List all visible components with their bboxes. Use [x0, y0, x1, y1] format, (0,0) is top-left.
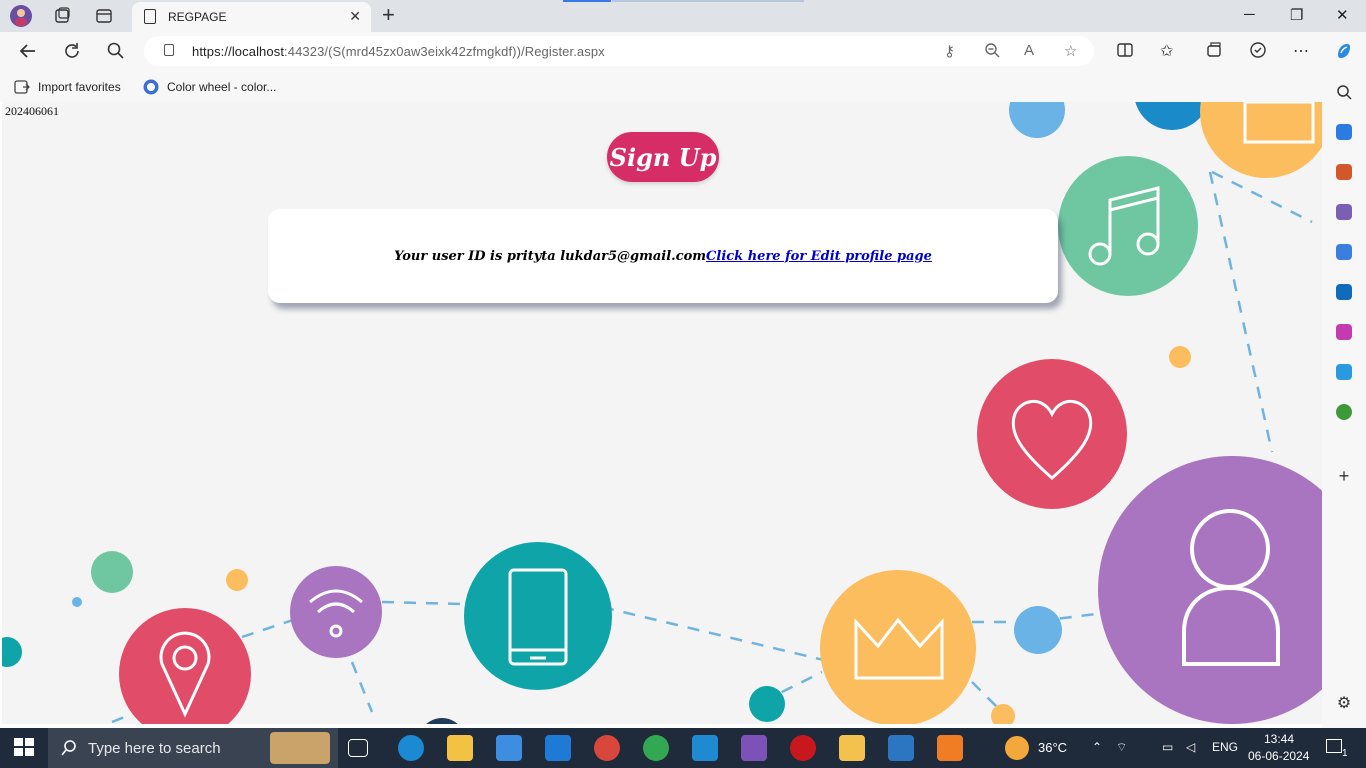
- xampp-icon[interactable]: [937, 735, 963, 761]
- url-text: https://localhost:44323/(S(mrd45zx0aw3ei…: [192, 44, 605, 59]
- collections-icon[interactable]: [1205, 41, 1223, 64]
- designer-icon[interactable]: [1336, 324, 1352, 340]
- sidebar-search-icon[interactable]: [1336, 84, 1352, 100]
- copilot-icon[interactable]: [1334, 41, 1354, 66]
- notification-count: 1: [1342, 748, 1348, 759]
- background-illustration: [2, 102, 1322, 724]
- page-icon: [144, 9, 156, 24]
- loading-indicator: [563, 0, 611, 2]
- browser-essentials-icon[interactable]: [1249, 41, 1267, 64]
- color-wheel-icon: [143, 79, 159, 95]
- chrome-profile-icon[interactable]: [594, 735, 620, 761]
- browser-tab-regpage[interactable]: REGPAGE ✕: [132, 2, 371, 32]
- signup-button[interactable]: Sign Up: [607, 132, 719, 182]
- weather-icon[interactable]: [1005, 736, 1029, 760]
- favorite-star-icon[interactable]: ☆: [1064, 42, 1077, 60]
- minimize-button[interactable]: ─: [1244, 6, 1255, 23]
- loading-track: [612, 0, 804, 2]
- volume-icon[interactable]: ◁: [1186, 740, 1195, 754]
- virtualbox-icon[interactable]: [888, 735, 914, 761]
- tab-strip: REGPAGE ✕ + ─ ❐ ✕: [0, 0, 1366, 32]
- file-explorer-icon[interactable]: [447, 735, 473, 761]
- task-view-icon[interactable]: [348, 739, 368, 757]
- lock-icon[interactable]: [164, 44, 174, 56]
- battery-icon[interactable]: ▭: [1162, 740, 1173, 754]
- tab-actions-icon[interactable]: [92, 4, 116, 28]
- mail-icon[interactable]: [545, 735, 571, 761]
- clock-time[interactable]: 13:44: [1264, 732, 1294, 746]
- profile-avatar-icon[interactable]: [9, 4, 33, 28]
- zoom-out-icon[interactable]: [984, 42, 1000, 62]
- key-icon[interactable]: ⚷: [944, 42, 955, 60]
- store-icon[interactable]: [496, 735, 522, 761]
- back-icon[interactable]: [18, 41, 38, 65]
- chrome-icon[interactable]: [643, 735, 669, 761]
- taskbar-search-icon: [61, 740, 76, 756]
- edge-taskbar-icon[interactable]: [398, 735, 424, 761]
- page-stamp-text: 202406061: [5, 104, 59, 118]
- games-icon[interactable]: [1336, 204, 1352, 220]
- tree-icon[interactable]: [1336, 404, 1352, 420]
- favorites-icon[interactable]: ✩: [1160, 41, 1173, 61]
- favorite-import[interactable]: Import favorites: [14, 79, 121, 95]
- windows-start-icon[interactable]: [12, 735, 38, 761]
- shopping-tag-icon[interactable]: [1336, 124, 1352, 140]
- address-bar[interactable]: https://localhost:44323/(S(mrd45zx0aw3ei…: [144, 36, 1094, 66]
- restore-button[interactable]: ❐: [1290, 6, 1303, 24]
- taskbar-search-placeholder: Type here to search: [88, 740, 221, 757]
- edit-profile-link[interactable]: Click here for Edit profile page: [706, 249, 932, 264]
- vscode-icon[interactable]: [692, 735, 718, 761]
- new-tab-button[interactable]: +: [382, 4, 395, 26]
- tools-app-icon[interactable]: [839, 735, 865, 761]
- more-options-icon[interactable]: ⋯: [1293, 41, 1309, 61]
- search-icon[interactable]: [106, 41, 126, 65]
- close-tab-icon[interactable]: ✕: [349, 8, 361, 25]
- close-window-button[interactable]: ✕: [1336, 6, 1349, 24]
- user-id-card: Your user ID is prityta lukdar5@gmail.co…: [268, 209, 1058, 303]
- add-sidebar-app-icon[interactable]: +: [1336, 467, 1352, 485]
- import-icon: [14, 80, 30, 94]
- taskbar-search-box[interactable]: Type here to search: [48, 728, 338, 768]
- edge-sidebar: + ⚙: [1322, 70, 1366, 728]
- tab-title: REGPAGE: [168, 10, 227, 24]
- telegram-icon[interactable]: [1336, 364, 1352, 380]
- sidebar-settings-icon[interactable]: ⚙: [1336, 696, 1352, 712]
- user-id-message: Your user ID is prityta lukdar5@gmail.co…: [394, 248, 707, 264]
- favorite-label: Import favorites: [38, 80, 121, 94]
- navigation-bar: https://localhost:44323/(S(mrd45zx0aw3ei…: [0, 32, 1366, 70]
- tools-icon[interactable]: [1336, 164, 1352, 180]
- show-hidden-icons-icon[interactable]: ⌃: [1092, 740, 1102, 754]
- read-aloud-icon[interactable]: A: [1024, 42, 1034, 59]
- favorite-color-wheel[interactable]: Color wheel - color...: [143, 79, 276, 95]
- record-icon[interactable]: [790, 735, 816, 761]
- clock-date[interactable]: 06-06-2024: [1248, 749, 1309, 763]
- search-highlight-icon[interactable]: [270, 732, 330, 764]
- split-screen-icon[interactable]: [1116, 41, 1134, 64]
- network-icon[interactable]: ⌔: [1116, 740, 1127, 755]
- outlook-icon[interactable]: [1336, 284, 1352, 300]
- windows-taskbar: Type here to search 36°C ⌃ ⌔ ▭ ◁ ENG 13:…: [0, 728, 1366, 768]
- workspaces-icon[interactable]: [50, 4, 74, 28]
- page-viewport: 202406061 Sign Up Your user ID is prityt…: [2, 102, 1322, 724]
- notification-icon[interactable]: [1326, 739, 1342, 753]
- weather-temperature[interactable]: 36°C: [1038, 740, 1067, 755]
- favorites-bar: Import favorites Color wheel - color...: [0, 70, 1366, 102]
- language-indicator[interactable]: ENG: [1212, 740, 1238, 754]
- refresh-icon[interactable]: [62, 41, 82, 65]
- visual-studio-icon[interactable]: [741, 735, 767, 761]
- microsoft-365-icon[interactable]: [1336, 244, 1352, 260]
- favorite-label: Color wheel - color...: [167, 80, 277, 94]
